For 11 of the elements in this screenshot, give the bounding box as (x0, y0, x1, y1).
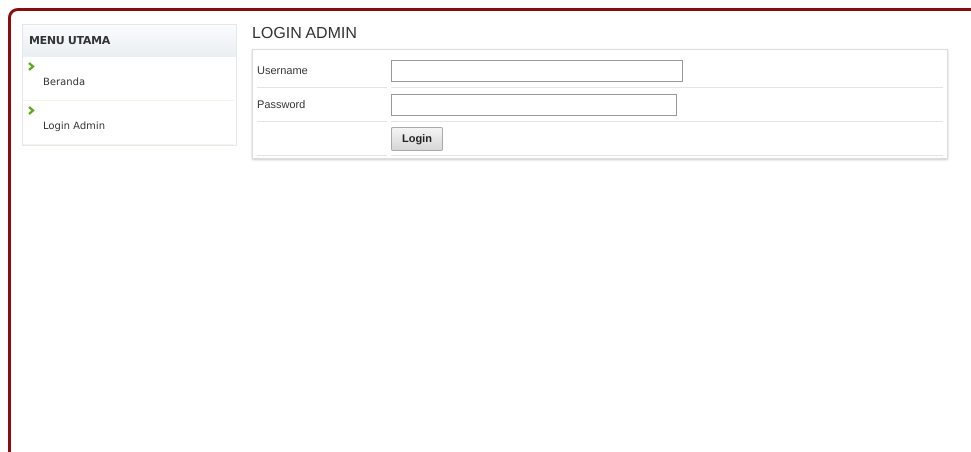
field-label: Password (257, 88, 387, 122)
menu-link[interactable]: Beranda (43, 77, 86, 88)
password-field[interactable] (391, 94, 677, 116)
sidebar-title: MENU UTAMA (23, 25, 236, 57)
chevron-icon (28, 106, 35, 115)
field-label: Username (257, 54, 387, 88)
chevron-icon (28, 62, 35, 71)
page-heading: LOGIN ADMIN (252, 24, 358, 44)
username-field[interactable] (391, 60, 683, 82)
menu-link[interactable]: Login Admin (43, 121, 106, 132)
login-button[interactable]: Login (391, 126, 443, 150)
